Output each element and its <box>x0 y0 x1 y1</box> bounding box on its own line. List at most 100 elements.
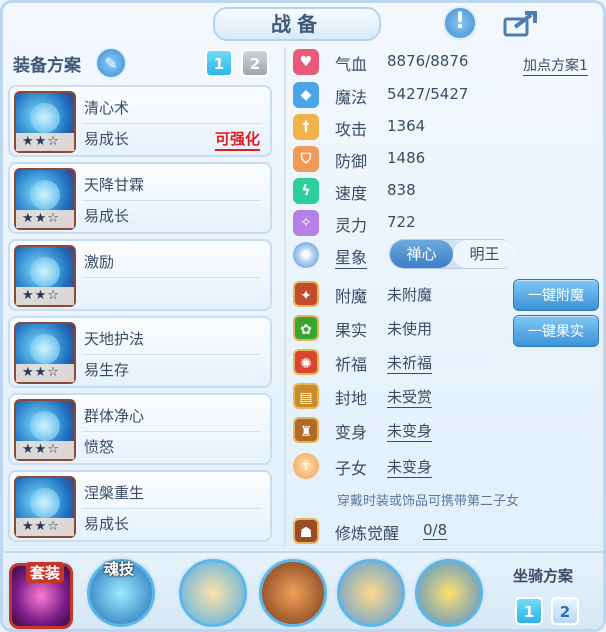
extra-row: ▤ 封地 未受赏 <box>293 381 603 409</box>
transform-icon: ♜ <box>293 417 319 443</box>
equip-plan-1-button[interactable]: 1 <box>205 49 233 77</box>
cultivate-value[interactable]: 0/8 <box>423 521 448 540</box>
skill-icon: ★★☆ <box>14 476 76 538</box>
mount-slot-2[interactable] <box>259 559 327 627</box>
stat-label: 攻击 <box>335 120 368 139</box>
second-child-note: 穿戴时装或饰品可携带第二子女 <box>337 494 520 509</box>
suit-button[interactable]: 套装 <box>9 562 73 629</box>
fief-icon: ▤ <box>293 383 319 409</box>
stat-row: ♥ 气血 8876/8876 <box>293 47 603 75</box>
skill-trait: 易生存 <box>84 361 130 379</box>
extra-value[interactable]: 未祈福 <box>387 352 433 374</box>
soul-skill-button[interactable]: 魂技 <box>87 559 155 627</box>
mount-slot-3[interactable] <box>337 559 405 627</box>
stat-value: 5427/5427 <box>387 85 469 103</box>
skill-trait: 易成长 <box>84 515 130 533</box>
soul-skill-label: 魂技 <box>104 560 135 578</box>
speed-icon: ϟ <box>293 178 319 204</box>
star-rating: ★★☆ <box>16 441 74 459</box>
stat-row: ✧ 灵力 722 <box>293 208 603 236</box>
skill-name: 清心术 <box>84 99 130 117</box>
skill-card[interactable]: ★★☆ 天降甘霖 易成长 <box>8 162 272 234</box>
extra-value[interactable]: 未变身 <box>387 420 433 442</box>
star-rating: ★★☆ <box>16 518 74 536</box>
skill-card[interactable]: ★★☆ 激励 <box>8 239 272 311</box>
mount-slot-4[interactable] <box>415 559 483 627</box>
extra-label: 祈福 <box>335 355 368 374</box>
mount-plan-1-button[interactable]: 1 <box>515 597 543 625</box>
toggle-option-mingwang[interactable]: 明王 <box>453 240 516 268</box>
extra-label: 子女 <box>335 459 368 478</box>
skill-trait: 易成长 <box>84 130 130 148</box>
star-toggle[interactable]: 禅心 明王 <box>389 239 516 269</box>
equip-panel: 战备 ! 装备方案 ✎ 1 2 ★★☆ 清心术 易成长 可强化 ★★☆ 天降甘霖… <box>0 0 606 632</box>
stat-value: 1364 <box>387 117 426 135</box>
stat-row: † 攻击 1364 <box>293 112 603 140</box>
skill-name: 天降甘霖 <box>84 176 145 194</box>
fruit-icon: ✿ <box>293 315 319 341</box>
skill-name: 群体净心 <box>84 407 145 425</box>
skill-card[interactable]: ★★☆ 清心术 易成长 可强化 <box>8 85 272 157</box>
skill-card[interactable]: ★★☆ 天地护法 易生存 <box>8 316 272 388</box>
skill-icon: ★★☆ <box>14 399 76 461</box>
shield-icon: ⛉ <box>293 146 319 172</box>
toggle-option-chanxin[interactable]: 禅心 <box>390 240 453 268</box>
equip-plan-title: 装备方案 <box>13 56 81 76</box>
edit-pen-icon[interactable]: ✎ <box>95 47 127 79</box>
stat-row: ϟ 速度 838 <box>293 176 603 204</box>
help-button[interactable]: ! <box>443 6 477 40</box>
star-rating: ★★☆ <box>16 287 74 305</box>
skill-name: 激励 <box>84 253 115 271</box>
skill-card[interactable]: ★★☆ 涅槃重生 易成长 <box>8 470 272 542</box>
heart-icon: ♥ <box>293 49 319 75</box>
skill-trait: 易成长 <box>84 207 130 225</box>
extra-row: ♜ 变身 未变身 <box>293 415 603 443</box>
star-sign-icon: ✺ <box>293 242 319 268</box>
stat-row: ◆ 魔法 5427/5427 <box>293 80 603 108</box>
star-rating: ★★☆ <box>16 364 74 382</box>
bless-icon: ✺ <box>293 349 319 375</box>
extra-label: 封地 <box>335 389 368 408</box>
stat-label: 气血 <box>335 55 368 74</box>
one-click-enchant-button[interactable]: 一键附魔 <box>513 279 599 311</box>
suit-label: 套装 <box>26 562 65 583</box>
star-rating: ★★☆ <box>16 133 74 151</box>
extra-label: 变身 <box>335 423 368 442</box>
extra-label: 果实 <box>335 321 368 340</box>
stat-value: 722 <box>387 213 416 231</box>
stat-label: 灵力 <box>335 216 368 235</box>
mount-slot-1[interactable] <box>179 559 247 627</box>
cultivate-icon: ☗ <box>293 518 319 544</box>
stat-value: 838 <box>387 181 416 199</box>
equip-plan-2-button[interactable]: 2 <box>241 49 269 77</box>
skill-icon: ★★☆ <box>14 245 76 307</box>
stat-label: 防御 <box>335 152 368 171</box>
skill-card[interactable]: ★★☆ 群体净心 愤怒 <box>8 393 272 465</box>
extra-value[interactable]: 未变身 <box>387 456 433 478</box>
skill-name: 涅槃重生 <box>84 484 145 502</box>
skill-name: 天地护法 <box>84 330 145 348</box>
extra-row: ☥ 子女 未变身 <box>293 451 603 479</box>
enchant-icon: ✦ <box>293 281 319 307</box>
extra-value[interactable]: 未受赏 <box>387 386 433 408</box>
stat-value: 1486 <box>387 149 426 167</box>
bottom-bar: 套装 魂技 坐骑方案 1 2 <box>3 551 603 629</box>
upgradable-tag[interactable]: 可强化 <box>214 128 260 151</box>
cultivate-row: ☗ 修炼觉醒 0/8 <box>293 516 603 544</box>
extra-row: ✺ 祈福 未祈福 <box>293 347 603 375</box>
skill-trait: 愤怒 <box>84 438 115 456</box>
stat-value: 8876/8876 <box>387 52 469 70</box>
cultivate-label: 修炼觉醒 <box>335 524 400 543</box>
panel-title: 战备 <box>213 7 381 41</box>
star-label[interactable]: 星象 <box>335 244 368 269</box>
mount-plan-2-button[interactable]: 2 <box>551 597 579 625</box>
stat-row: ⛉ 防御 1486 <box>293 144 603 172</box>
stat-label: 速度 <box>335 184 368 203</box>
share-icon[interactable] <box>503 9 539 39</box>
divider <box>284 47 286 547</box>
one-click-fruit-button[interactable]: 一键果实 <box>513 315 599 347</box>
extra-label: 附魔 <box>335 287 368 306</box>
spirit-icon: ✧ <box>293 210 319 236</box>
mount-plan-title: 坐骑方案 <box>513 567 574 585</box>
skill-icon: ★★☆ <box>14 168 76 230</box>
